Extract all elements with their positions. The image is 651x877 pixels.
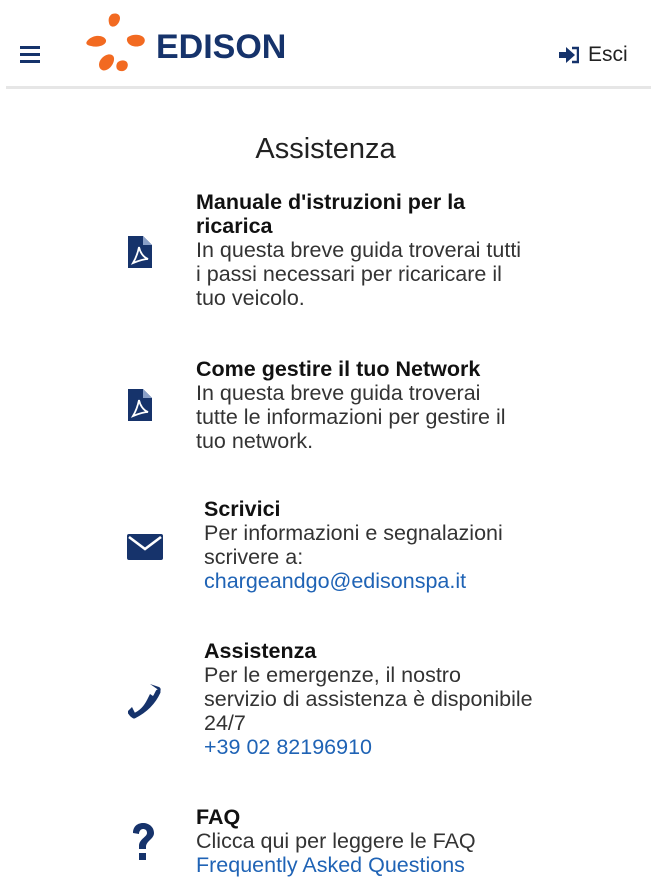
envelope-icon [127,534,163,565]
item-title: FAQ [196,805,241,829]
faq-text: FAQ Clicca qui per leggere le FAQ Freque… [196,805,536,877]
phone-link[interactable]: +39 02 82196910 [204,735,534,759]
sign-out-icon [559,46,579,64]
header-divider [6,86,651,89]
item-description: In questa breve guida troverai tutte le … [196,381,506,453]
logout-button[interactable]: Esci [558,43,628,67]
edison-logo-mark: EDISON [86,13,286,72]
write-us-text: Scrivici Per informazioni e segnalazioni… [204,497,534,593]
question-icon [128,822,158,867]
assistance-text: Assistenza Per le emergenze, il nostro s… [204,639,534,759]
item-title: Come gestire il tuo Network [196,357,481,381]
item-description: Per le emergenze, il nostro servizio di … [204,663,533,735]
item-title: Assistenza [204,639,317,663]
item-description: Per informazioni e segnalazioni scrivere… [204,521,503,569]
item-title: Scrivici [204,497,281,521]
edison-logo[interactable]: EDISON [82,10,302,81]
logout-label: Esci [588,43,628,66]
pdf-file-icon [128,236,152,273]
phone-icon [127,683,162,724]
page-title: Assistenza [255,133,396,165]
hamburger-menu-icon[interactable] [20,46,40,64]
pdf-file-icon [128,389,152,426]
manual-charging-text: Manuale d'istruzioni per la ricarica In … [196,190,526,310]
item-description: In questa breve guida troverai tutti i p… [196,238,522,310]
logo-text: EDISON [156,28,286,66]
top-header: EDISON Esci [0,0,651,89]
item-description: Clicca qui per leggere le FAQ [196,829,476,853]
item-title: Manuale d'istruzioni per la ricarica [196,190,466,238]
email-link[interactable]: chargeandgo@edisonspa.it [204,569,534,593]
faq-link[interactable]: Frequently Asked Questions [196,853,536,877]
manage-network-text: Come gestire il tuo Network In questa br… [196,357,526,453]
